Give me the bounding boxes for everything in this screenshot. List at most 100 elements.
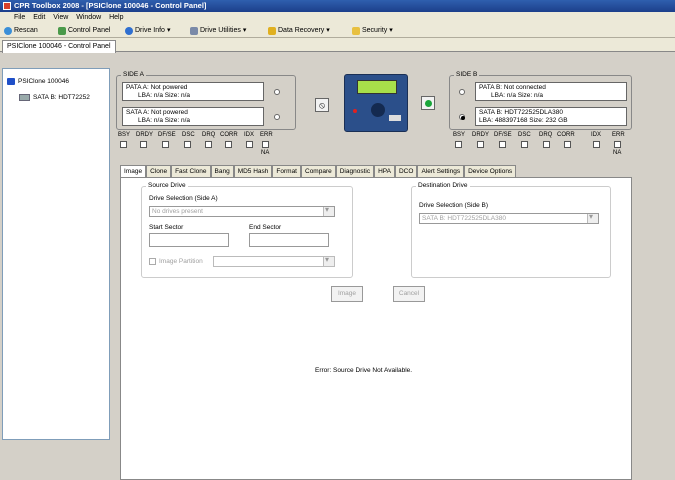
side-a-pata-lba: LBA: n/a Size: n/a	[138, 92, 191, 99]
led-idx-b	[593, 141, 600, 148]
source-drive-value: No drives present	[152, 208, 203, 215]
side-a-pata-status: PATA A: Not powered	[126, 84, 188, 91]
status-drq-a: DRQ	[202, 132, 216, 138]
status-drq-b: DRQ	[539, 132, 553, 138]
image-partition-select[interactable]	[213, 255, 335, 267]
drive-info-button[interactable]: Drive Info ▾	[125, 23, 170, 38]
status-bsy-a: BSY	[118, 132, 131, 138]
status-err-b: ERR	[612, 132, 625, 138]
side-b-pata-radio[interactable]	[459, 89, 465, 95]
side-b-sata-radio[interactable]	[459, 114, 465, 120]
menu-help[interactable]: Help	[109, 14, 123, 21]
menu-edit[interactable]: Edit	[33, 14, 45, 21]
side-a-sata-radio[interactable]	[274, 114, 280, 120]
window-title: CPR Toolbox 2008 - [PSIClone 100046 - Co…	[14, 1, 207, 10]
led-idx-a	[246, 141, 253, 148]
status-dfse-b: DF/SE	[494, 132, 512, 138]
tree-root-label: PSIClone 100046	[18, 78, 69, 85]
led-drdy-b	[477, 141, 484, 148]
control-panel-label: Control Panel	[68, 27, 111, 34]
chevron-down-icon: ▾	[326, 27, 330, 34]
chevron-down-icon	[323, 205, 334, 216]
led-corr-a	[225, 141, 232, 148]
end-sector-input[interactable]	[249, 233, 329, 247]
destination-drive-label: Destination Drive	[416, 182, 470, 190]
led-drq-b	[543, 141, 550, 148]
side-b-label: SIDE B	[454, 71, 480, 79]
menu-file[interactable]: File	[14, 14, 25, 21]
security-button[interactable]: Security ▾	[352, 23, 393, 38]
image-button[interactable]: Image	[331, 286, 363, 302]
led-drdy-a	[140, 141, 147, 148]
side-a-label: SIDE A	[121, 71, 146, 79]
tab-dco[interactable]: DCO	[394, 165, 418, 177]
document-tab[interactable]: PSIClone 100046 - Control Panel	[2, 40, 116, 53]
side-a-pata-radio[interactable]	[274, 89, 280, 95]
tab-clone[interactable]: Clone	[146, 165, 172, 177]
led-err-b	[614, 141, 621, 148]
source-drive-select[interactable]: No drives present	[149, 205, 335, 217]
side-a-sata-lba: LBA: n/a Size: n/a	[138, 117, 191, 124]
menu-window[interactable]: Window	[76, 14, 101, 21]
start-sector-input[interactable]	[149, 233, 229, 247]
tree-item-psiclone[interactable]: PSIClone 100046	[7, 78, 69, 85]
led-bsy-b	[455, 141, 462, 148]
status-dsc-a: DSC	[182, 132, 195, 138]
device-tree: PSIClone 100046 SATA B: HDT72252	[2, 68, 110, 440]
side-b-pata-box: PATA B: Not connected LBA: n/a Size: n/a	[475, 82, 627, 101]
chevron-down-icon: ▾	[242, 27, 247, 34]
side-a-sata-status: SATA A: Not powered	[126, 109, 188, 116]
start-sector-label: Start Sector	[149, 224, 184, 231]
err-value-a: NA	[261, 150, 270, 156]
info-icon	[125, 26, 133, 35]
tab-fast-clone[interactable]: Fast Clone	[171, 165, 211, 177]
device-dpad	[371, 103, 385, 117]
data-recovery-label: Data Recovery	[278, 27, 325, 34]
destination-drive-group: Destination Drive	[411, 182, 611, 278]
control-panel-main: SIDE A PATA A: Not powered LBA: n/a Size…	[112, 68, 675, 480]
status-err-a: ERR	[260, 132, 273, 138]
tab-format[interactable]: Format	[272, 165, 301, 177]
control-panel-icon	[58, 26, 66, 35]
window-titlebar: CPR Toolbox 2008 - [PSIClone 100046 - Co…	[0, 0, 675, 12]
tab-compare[interactable]: Compare	[301, 165, 336, 177]
tab-diagnostic[interactable]: Diagnostic	[335, 165, 375, 177]
image-partition-checkbox[interactable]	[149, 258, 156, 265]
status-dsc-b: DSC	[518, 132, 531, 138]
stop-icon: ⦸	[319, 100, 325, 110]
stop-button[interactable]: ⦸	[315, 98, 329, 112]
drive-utilities-icon	[190, 26, 198, 35]
tree-item-sata-b[interactable]: SATA B: HDT72252	[19, 94, 90, 101]
side-b-indicator	[421, 96, 435, 110]
drive-utilities-label: Drive Utilities	[200, 27, 241, 34]
status-bsy-b: BSY	[453, 132, 466, 138]
led-drq-a	[205, 141, 212, 148]
data-recovery-button[interactable]: Data Recovery ▾	[268, 23, 330, 38]
source-drive-label: Source Drive	[146, 182, 188, 190]
end-sector-label: End Sector	[249, 224, 282, 231]
data-recovery-icon	[268, 26, 276, 35]
tab-md5-hash[interactable]: MD5 Hash	[233, 165, 273, 177]
hard-drive-icon	[19, 94, 30, 101]
rescan-button[interactable]: Rescan	[4, 23, 38, 38]
security-icon	[352, 26, 360, 35]
status-drdy-a: DRDY	[136, 132, 154, 138]
led-dfse-a	[162, 141, 169, 148]
cancel-button[interactable]: Cancel	[393, 286, 425, 302]
menu-view[interactable]: View	[53, 14, 68, 21]
tab-alert-settings[interactable]: Alert Settings	[417, 165, 465, 177]
control-panel-button[interactable]: Control Panel	[58, 23, 110, 38]
document-tabstrip: PSIClone 100046 - Control Panel	[0, 38, 675, 53]
tab-device-options[interactable]: Device Options	[464, 165, 517, 177]
image-tab-panel: Source Drive Drive Selection (Side A) No…	[120, 177, 632, 480]
side-a-sata-box: SATA A: Not powered LBA: n/a Size: n/a	[122, 107, 264, 126]
side-b-sata-status: SATA B: HDT722525DLA380	[479, 109, 563, 116]
rescan-label: Rescan	[14, 27, 38, 34]
tab-bang[interactable]: Bang	[210, 165, 234, 177]
destination-drive-select[interactable]: SATA B: HDT722525DLA380	[419, 212, 599, 224]
rescan-icon	[4, 26, 12, 35]
device-icon	[7, 78, 15, 85]
err-value-b: NA	[613, 150, 622, 156]
drive-utilities-button[interactable]: Drive Utilities ▾	[190, 23, 246, 38]
tab-hpa[interactable]: HPA	[374, 165, 395, 177]
